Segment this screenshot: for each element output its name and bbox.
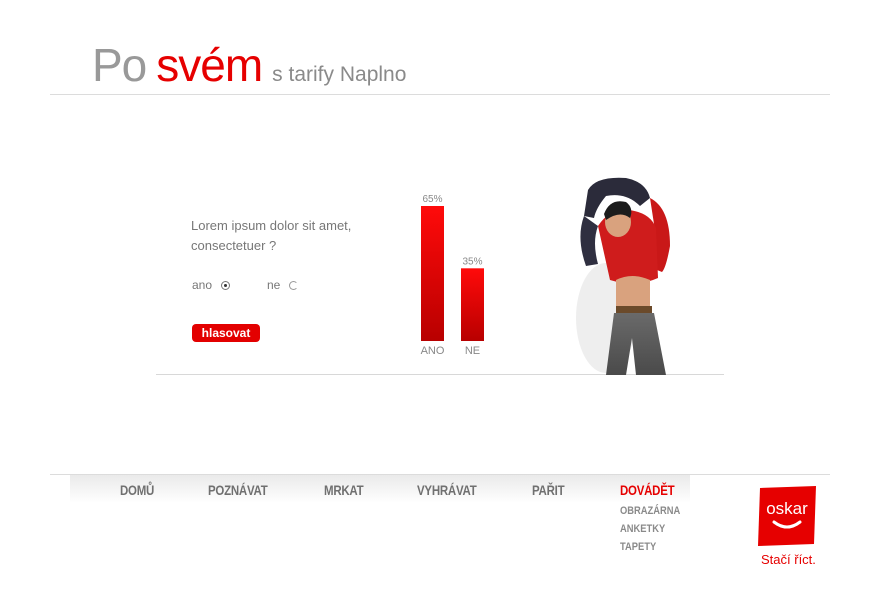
poll-option-ne-label: ne xyxy=(267,278,281,292)
nav-parit[interactable]: PAŘIT xyxy=(532,482,565,498)
poll-option-ano[interactable]: ano xyxy=(192,278,231,292)
subnav-obrazarna[interactable]: OBRAZÁRNA xyxy=(620,505,680,517)
heading-subtitle: s tarify Naplno xyxy=(272,63,407,86)
poll-option-ano-label: ano xyxy=(192,278,213,292)
heading-svem: svém xyxy=(156,39,263,91)
radio-ano[interactable] xyxy=(221,280,231,290)
oskar-logo[interactable]: oskar xyxy=(756,486,818,546)
nav-shadow xyxy=(70,475,690,503)
logo-text: oskar xyxy=(766,499,808,518)
subnav-anketky[interactable]: ANKETKY xyxy=(620,523,665,535)
poll-question: Lorem ipsum dolor sit amet, consectetuer… xyxy=(191,218,352,253)
value-label-ano: 65% xyxy=(422,194,442,205)
heading-po: Po xyxy=(92,39,147,91)
brand-tagline: Stačí říct. xyxy=(761,552,816,567)
bar-ne xyxy=(461,268,484,341)
subnav-tapety[interactable]: TAPETY xyxy=(620,541,656,553)
nav-domu[interactable]: DOMŮ xyxy=(120,482,154,498)
value-label-ne: 35% xyxy=(462,256,482,267)
vote-button[interactable]: hlasovat xyxy=(192,324,260,342)
header-divider xyxy=(50,94,830,95)
radio-ne[interactable] xyxy=(289,280,299,290)
person-image xyxy=(576,177,670,375)
page-heading: Po svém s tarify Naplno xyxy=(92,38,407,91)
poll-option-ne[interactable]: ne xyxy=(267,278,299,292)
bar-ano xyxy=(421,206,444,341)
category-label-ne: NE xyxy=(465,345,480,357)
poll-results-chart: 65% ANO 35% NE xyxy=(421,194,484,357)
nav-dovadet[interactable]: DOVÁDĚT xyxy=(620,482,675,498)
nav-poznavat[interactable]: POZNÁVAT xyxy=(208,482,268,498)
category-label-ano: ANO xyxy=(421,345,445,357)
nav-vyhravat[interactable]: VYHRÁVAT xyxy=(417,482,477,498)
nav-mrkat[interactable]: MRKAT xyxy=(324,482,364,498)
